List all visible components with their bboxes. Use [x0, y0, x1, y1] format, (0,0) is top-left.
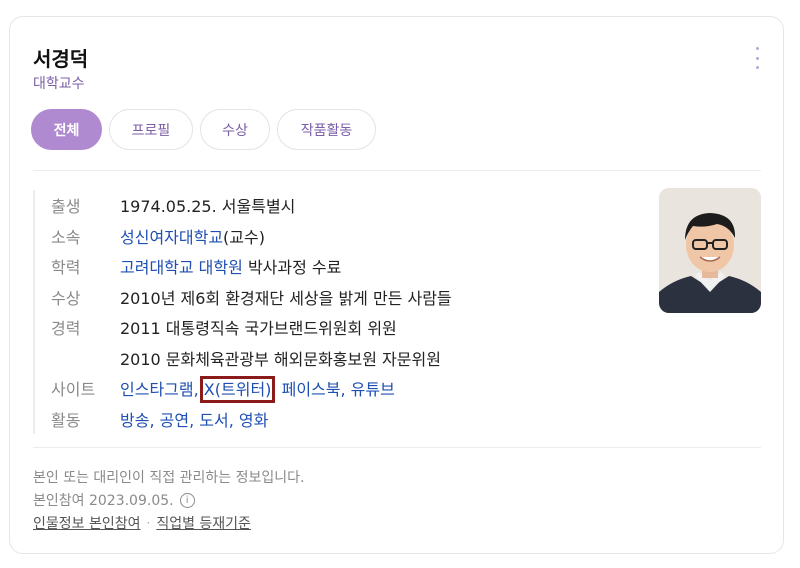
- instagram-link[interactable]: 인스타그램: [120, 380, 194, 399]
- tab-awards[interactable]: 수상: [200, 109, 270, 150]
- info-row-birth: 출생 1974.05.25. 서울특별시: [51, 190, 452, 221]
- info-label: 학력: [51, 258, 81, 278]
- self-participation-link[interactable]: 인물정보 본인참여: [33, 513, 141, 533]
- info-value: 2010 문화체육관광부 해외문화홍보원 자문위원: [120, 349, 441, 369]
- education-suffix: 박사과정 수료: [242, 258, 342, 278]
- participation-date: 본인참여 2023.09.05. i: [33, 490, 195, 510]
- info-list: 출생 1974.05.25. 서울특별시 소속 성신여자대학교(교수) 학력 고…: [33, 190, 452, 434]
- info-value: 1974.05.25. 서울특별시: [120, 197, 296, 217]
- info-row-career-2: 2010 문화체육관광부 해외문화홍보원 자문위원: [51, 343, 452, 374]
- tab-all[interactable]: 전체: [31, 109, 102, 150]
- info-label: 활동: [51, 410, 81, 430]
- separator-dot: ·: [146, 516, 151, 530]
- divider-top: [33, 170, 761, 171]
- broadcast-link[interactable]: 방송: [120, 411, 149, 430]
- info-row-career: 경력 2011 대통령직속 국가브랜드위원회 위원: [51, 312, 452, 343]
- books-link[interactable]: 도서: [199, 411, 228, 430]
- info-row-activities: 활동 방송, 공연, 도서, 영화: [51, 404, 452, 435]
- info-row-education: 학력 고려대학교 대학원 박사과정 수료: [51, 251, 452, 282]
- info-row-affiliation: 소속 성신여자대학교(교수): [51, 221, 452, 252]
- more-options-icon[interactable]: [750, 47, 764, 69]
- person-name: 서경덕: [33, 47, 89, 71]
- info-label: 사이트: [51, 380, 96, 400]
- profile-card: 서경덕 대학교수 전체 프로필 수상 작품활동 출생 1974.05.25. 서…: [9, 16, 784, 554]
- info-icon[interactable]: i: [179, 492, 195, 508]
- info-row-sites: 사이트 인스타그램, X(트위터), 페이스북, 유튜브: [51, 373, 452, 404]
- managed-info-note: 본인 또는 대리인이 직접 관리하는 정보입니다.: [33, 470, 305, 486]
- info-label: 소속: [51, 227, 81, 247]
- person-occupation: 대학교수: [33, 76, 85, 92]
- twitter-link[interactable]: X(트위터): [199, 376, 276, 404]
- divider-bottom: [33, 447, 761, 448]
- profile-photo[interactable]: [659, 188, 761, 313]
- info-label: 경력: [51, 319, 81, 339]
- info-label: 수상: [51, 288, 81, 308]
- tab-profile[interactable]: 프로필: [109, 109, 193, 150]
- info-value: 2010년 제6회 환경재단 세상을 밝게 만든 사람들: [120, 288, 452, 308]
- affiliation-link[interactable]: 성신여자대학교: [120, 228, 223, 247]
- performance-link[interactable]: 공연: [160, 411, 189, 430]
- youtube-link[interactable]: 유튜브: [351, 380, 395, 399]
- info-label: 출생: [51, 197, 81, 217]
- facebook-link[interactable]: 페이스북: [282, 380, 341, 399]
- footer-links: 인물정보 본인참여 · 직업별 등재기준: [33, 513, 251, 533]
- info-row-award: 수상 2010년 제6회 환경재단 세상을 밝게 만든 사람들: [51, 282, 452, 313]
- tab-works[interactable]: 작품활동: [277, 109, 376, 150]
- education-link[interactable]: 고려대학교 대학원: [120, 258, 243, 277]
- tab-bar: 전체 프로필 수상 작품활동: [31, 109, 376, 150]
- info-value: 2011 대통령직속 국가브랜드위원회 위원: [120, 319, 397, 339]
- participation-text: 본인참여 2023.09.05.: [33, 493, 174, 509]
- affiliation-suffix: (교수): [223, 227, 265, 247]
- listing-criteria-link[interactable]: 직업별 등재기준: [156, 513, 251, 533]
- movies-link[interactable]: 영화: [239, 411, 268, 430]
